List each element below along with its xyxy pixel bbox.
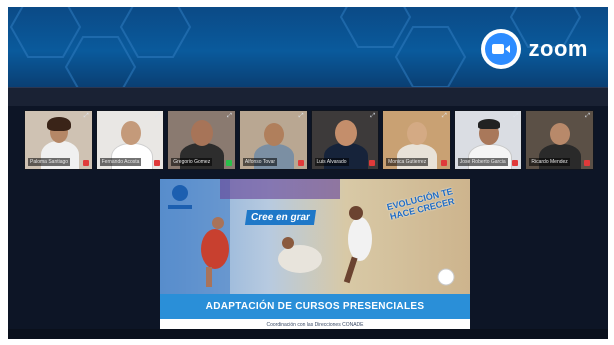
meeting-toolbar-strip (8, 87, 608, 106)
participant-name: Jose Roberto Garcia (457, 158, 508, 166)
expand-icon[interactable]: ⤢ (370, 113, 375, 119)
zoom-window: zoom ⤢ Paloma Santiago ⤢ Fernando Acosta… (8, 7, 608, 339)
participant-tile[interactable]: ⤢ Paloma Santiago (24, 110, 93, 170)
expand-icon[interactable]: ⤢ (299, 113, 304, 119)
participant-name: Fernando Acosta (99, 158, 142, 166)
participant-tile[interactable]: ⤢ Monica Gutierrez (382, 110, 451, 170)
expand-icon[interactable]: ⤢ (227, 113, 232, 119)
participant-name: Ricardo Mendez (529, 158, 570, 166)
expand-icon[interactable]: ⤢ (155, 113, 160, 119)
participant-name: Paloma Santiago (28, 158, 71, 166)
participant-tile[interactable]: ⤢ Luis Alvarado (310, 110, 380, 170)
meeting-controls-bar (8, 329, 608, 339)
slogan-cree-en-lograr: Cree en grar (244, 210, 316, 225)
participant-gallery: ⤢ Paloma Santiago ⤢ Fernando Acosta ⤢ Gr… (24, 110, 594, 170)
expand-icon[interactable]: ⤢ (585, 113, 590, 119)
participant-name: Monica Gutierrez (386, 158, 429, 166)
screen-share-slide: Cree en grar EVOLUCIÓN TE HACE CRECER AD… (160, 179, 470, 339)
mic-muted-icon (584, 160, 590, 166)
mic-muted-icon (297, 160, 304, 166)
expand-icon[interactable]: ⤢ (84, 113, 89, 119)
participant-name: Alfonso Tovar (242, 158, 278, 166)
mic-muted-icon (82, 160, 89, 166)
zoom-camera-icon (480, 29, 521, 69)
slide-subtitle: Coordinación con las Direcciones CONADE (266, 322, 364, 328)
slide-artwork: Cree en grar EVOLUCIÓN TE HACE CRECER (160, 179, 470, 294)
participant-tile[interactable]: ⤢ Alfonso Tovar (238, 110, 308, 170)
mic-muted-icon (154, 160, 161, 166)
zoom-wordmark: zoom (528, 36, 588, 61)
expand-icon[interactable]: ⤢ (442, 113, 447, 119)
participant-tile[interactable]: ⤢ Jose Roberto Garcia (453, 110, 523, 170)
slide-title-band: ADAPTACIÓN DE CURSOS PRESENCIALES (160, 294, 470, 319)
mic-active-icon (225, 160, 232, 166)
participant-tile[interactable]: ⤢ Ricardo Mendez (525, 110, 594, 170)
participant-name: Luis Alvarado (314, 158, 349, 166)
mic-muted-icon (369, 160, 376, 166)
mic-muted-icon (512, 160, 519, 166)
zoom-logo: zoom (480, 29, 588, 69)
zoom-header-banner: zoom (8, 7, 608, 87)
slide-title: ADAPTACIÓN DE CURSOS PRESENCIALES (205, 301, 425, 312)
participant-name: Gregorio Gomez (171, 158, 213, 166)
expand-icon[interactable]: ⤢ (514, 113, 519, 119)
participant-tile[interactable]: ⤢ Gregorio Gomez (167, 110, 236, 170)
participant-tile[interactable]: ⤢ Fernando Acosta (95, 110, 165, 170)
mic-muted-icon (440, 160, 447, 166)
